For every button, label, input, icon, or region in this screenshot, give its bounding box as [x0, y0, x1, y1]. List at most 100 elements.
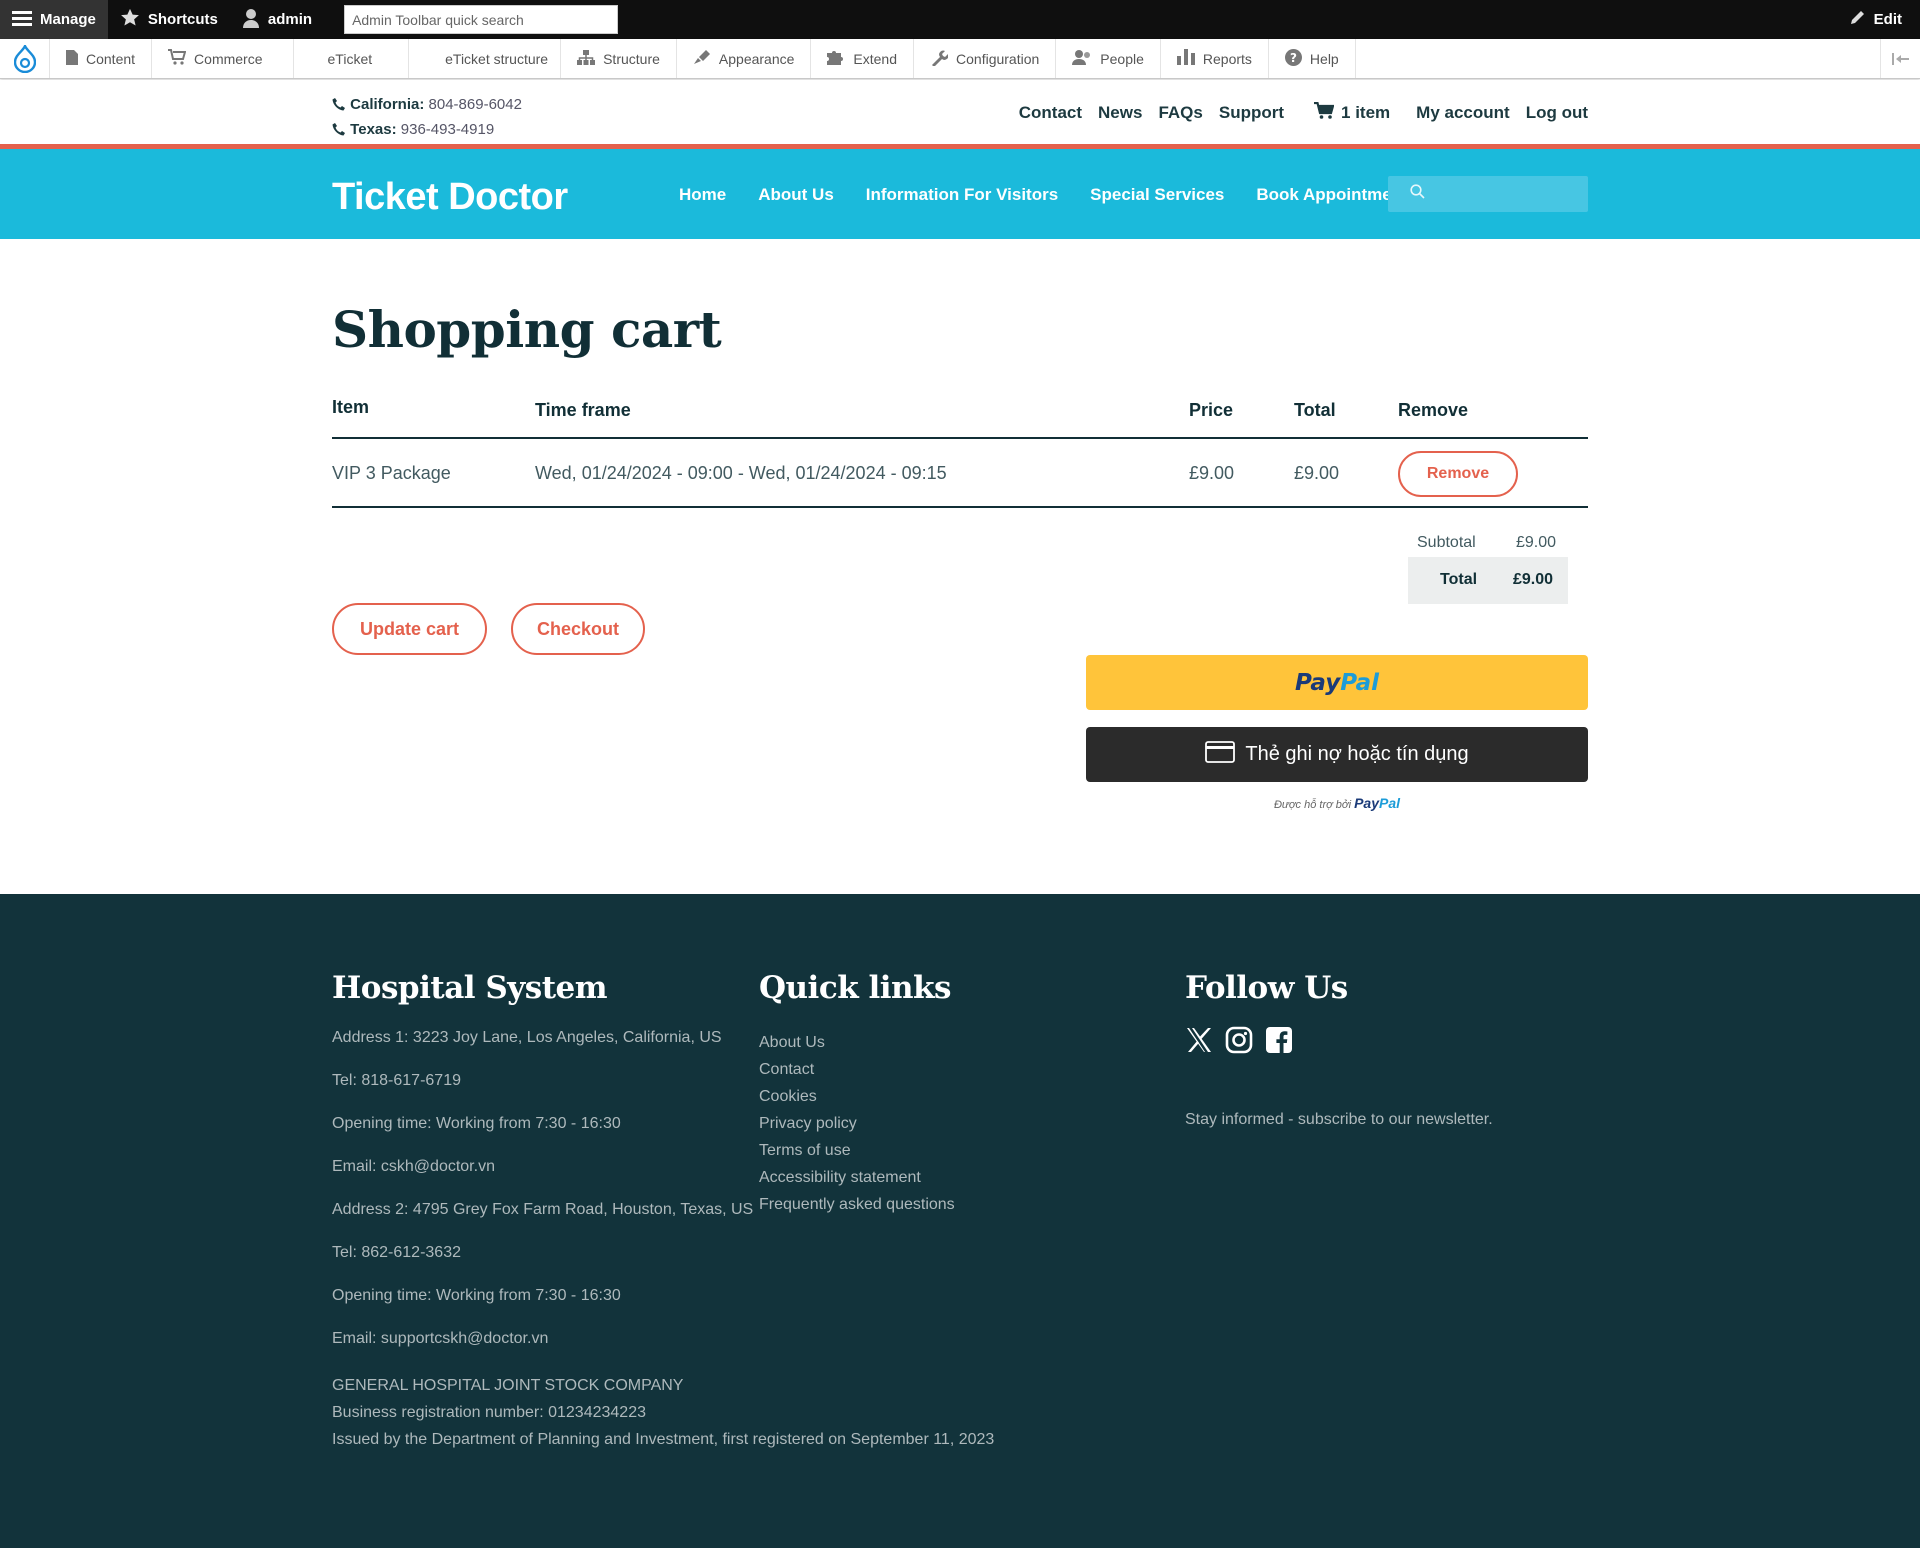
my-account-link[interactable]: My account — [1416, 103, 1510, 123]
search-icon — [1410, 184, 1425, 204]
admin-menu-bar: Content Commerce eTicket eTicket structu… — [0, 39, 1920, 79]
admin-menu-people[interactable]: People — [1056, 39, 1161, 78]
admin-menu-label: eTicket — [327, 50, 373, 67]
utility-link-support[interactable]: Support — [1219, 103, 1284, 123]
logout-link[interactable]: Log out — [1526, 103, 1588, 123]
cart-item-timeframe: Wed, 01/24/2024 - 09:00 - Wed, 01/24/202… — [535, 463, 947, 483]
main-navigation: Ticket Doctor Home About Us Information … — [0, 149, 1920, 239]
footer-tel-1: Tel: 818-617-6719 — [332, 1072, 461, 1089]
facebook-icon[interactable] — [1265, 1026, 1293, 1059]
cart-item-name[interactable]: VIP 3 Package — [332, 463, 451, 484]
remove-button[interactable]: Remove — [1398, 451, 1518, 497]
structure-icon — [577, 49, 596, 68]
footer-link-about-us[interactable]: About Us — [759, 1029, 955, 1056]
california-phone-number[interactable]: 804-869-6042 — [429, 96, 522, 113]
checkout-button[interactable]: Checkout — [511, 603, 645, 655]
admin-menu-help[interactable]: ? Help — [1269, 39, 1356, 78]
site-brand[interactable]: Ticket Doctor — [332, 176, 568, 219]
update-cart-button[interactable]: Update cart — [332, 603, 487, 655]
admin-menu-extend[interactable]: Extend — [811, 39, 915, 78]
nav-item-book-appointment[interactable]: Book Appointment — [1256, 185, 1407, 205]
file-icon — [66, 49, 78, 68]
nav-item-home[interactable]: Home — [679, 185, 726, 205]
main-menu: Home About Us Information For Visitors S… — [679, 185, 1408, 205]
utility-link-news[interactable]: News — [1098, 103, 1142, 123]
admin-menu-label: Appearance — [718, 50, 795, 67]
subtotal-label: Subtotal — [1417, 534, 1476, 551]
admin-menu-label: eTicket structure — [445, 50, 549, 67]
utility-links: Contact News FAQs Support 1 item My acco… — [1019, 101, 1588, 124]
utility-link-contact[interactable]: Contact — [1019, 103, 1082, 123]
footer-link-contact[interactable]: Contact — [759, 1056, 955, 1083]
shortcuts-tab[interactable]: Shortcuts — [108, 0, 230, 39]
column-header-timeframe: Time frame — [535, 400, 631, 420]
texas-phone: Texas: 936-493-4919 — [332, 117, 522, 142]
page-title: Shopping cart — [332, 300, 722, 359]
total-label: Total — [1440, 571, 1478, 588]
user-label: admin — [267, 11, 313, 28]
paypal-button[interactable]: Pay Pal — [1086, 655, 1588, 710]
card-payment-label: Thẻ ghi nợ hoặc tín dụng — [1245, 743, 1469, 765]
admin-quick-search-input[interactable]: Admin Toolbar quick search — [344, 5, 619, 34]
shortcuts-label: Shortcuts — [147, 11, 218, 28]
pencil-icon — [1849, 9, 1866, 30]
admin-menu-eticket[interactable]: eTicket — [294, 39, 410, 78]
business-registration: Business registration number: 0123423422… — [332, 1404, 646, 1421]
credit-card-icon — [1205, 740, 1236, 769]
site-footer: Hospital System Address 1: 3223 Joy Lane… — [0, 894, 1920, 1548]
utility-link-faqs[interactable]: FAQs — [1158, 103, 1202, 123]
footer-opening-2: Opening time: Working from 7:30 - 16:30 — [332, 1287, 621, 1304]
site-search-input[interactable] — [1388, 176, 1588, 212]
footer-link-terms-of-use[interactable]: Terms of use — [759, 1137, 955, 1164]
nav-item-information-for-visitors[interactable]: Information For Visitors — [866, 185, 1058, 205]
california-phone: California: 804-869-6042 — [332, 92, 522, 117]
admin-menu-appearance[interactable]: Appearance — [677, 39, 812, 78]
drupal-logo-icon[interactable] — [0, 39, 50, 78]
admin-menu-commerce[interactable]: Commerce — [152, 39, 294, 78]
footer-address-1: Address 1: 3223 Joy Lane, Los Angeles, C… — [332, 1029, 722, 1046]
footer-email-1[interactable]: Email: cskh@doctor.vn — [332, 1158, 753, 1201]
company-name: GENERAL HOSPITAL JOINT STOCK COMPANY — [332, 1377, 684, 1394]
footer-title-hospital-system: Hospital System — [332, 970, 608, 1006]
admin-menu-eticket-structure[interactable]: eTicket structure — [409, 39, 562, 78]
footer-link-faq[interactable]: Frequently asked questions — [759, 1191, 955, 1218]
admin-menu-configuration[interactable]: Configuration — [914, 39, 1057, 78]
phone-numbers: California: 804-869-6042 Texas: 936-493-… — [332, 92, 522, 142]
footer-title-quick-links: Quick links — [759, 970, 952, 1006]
phone-icon — [332, 96, 346, 113]
nav-item-about-us[interactable]: About Us — [758, 185, 834, 205]
x-icon[interactable] — [1185, 1026, 1213, 1059]
collapse-toolbar-icon[interactable] — [1880, 39, 1920, 78]
subtotal-value: £9.00 — [1516, 534, 1557, 551]
table-header-divider — [332, 437, 1588, 439]
admin-menu-structure[interactable]: Structure — [561, 39, 677, 78]
manage-label: Manage — [40, 11, 96, 28]
edit-tab[interactable]: Edit — [1837, 0, 1920, 39]
user-tab[interactable]: admin — [230, 0, 324, 39]
hamburger-icon — [12, 10, 32, 30]
help-icon: ? — [1284, 48, 1302, 69]
registration-issuer: Issued by the Department of Planning and… — [332, 1431, 995, 1448]
utility-bar: California: 804-869-6042 Texas: 936-493-… — [0, 80, 1920, 144]
paypal-logo-pay: Pay — [1295, 669, 1341, 696]
cart-link[interactable]: 1 item — [1314, 101, 1390, 124]
cart-item-price: £9.00 — [1189, 463, 1235, 483]
admin-menu-reports[interactable]: Reports — [1161, 39, 1269, 78]
texas-phone-number[interactable]: 936-493-4919 — [401, 121, 494, 138]
powered-by-text: Được hỗ trợ bởi — [1273, 799, 1352, 811]
footer-title-follow-us: Follow Us — [1185, 970, 1348, 1006]
footer-link-privacy-policy[interactable]: Privacy policy — [759, 1110, 955, 1137]
card-payment-button[interactable]: Thẻ ghi nợ hoặc tín dụng — [1086, 727, 1588, 782]
manage-tab[interactable]: Manage — [0, 0, 108, 39]
footer-email-2[interactable]: Email: supportcskh@doctor.vn — [332, 1330, 753, 1373]
texas-label: Texas: — [350, 121, 397, 138]
footer-link-accessibility[interactable]: Accessibility statement — [759, 1164, 955, 1191]
footer-quick-links: About Us Contact Cookies Privacy policy … — [759, 1029, 955, 1218]
admin-menu-content[interactable]: Content — [50, 39, 153, 78]
column-header-total: Total — [1294, 400, 1336, 420]
instagram-icon[interactable] — [1225, 1026, 1253, 1059]
svg-text:?: ? — [1290, 51, 1297, 65]
nav-item-special-services[interactable]: Special Services — [1090, 185, 1224, 205]
paypal-logo-pal: Pal — [1340, 669, 1379, 696]
footer-link-cookies[interactable]: Cookies — [759, 1083, 955, 1110]
